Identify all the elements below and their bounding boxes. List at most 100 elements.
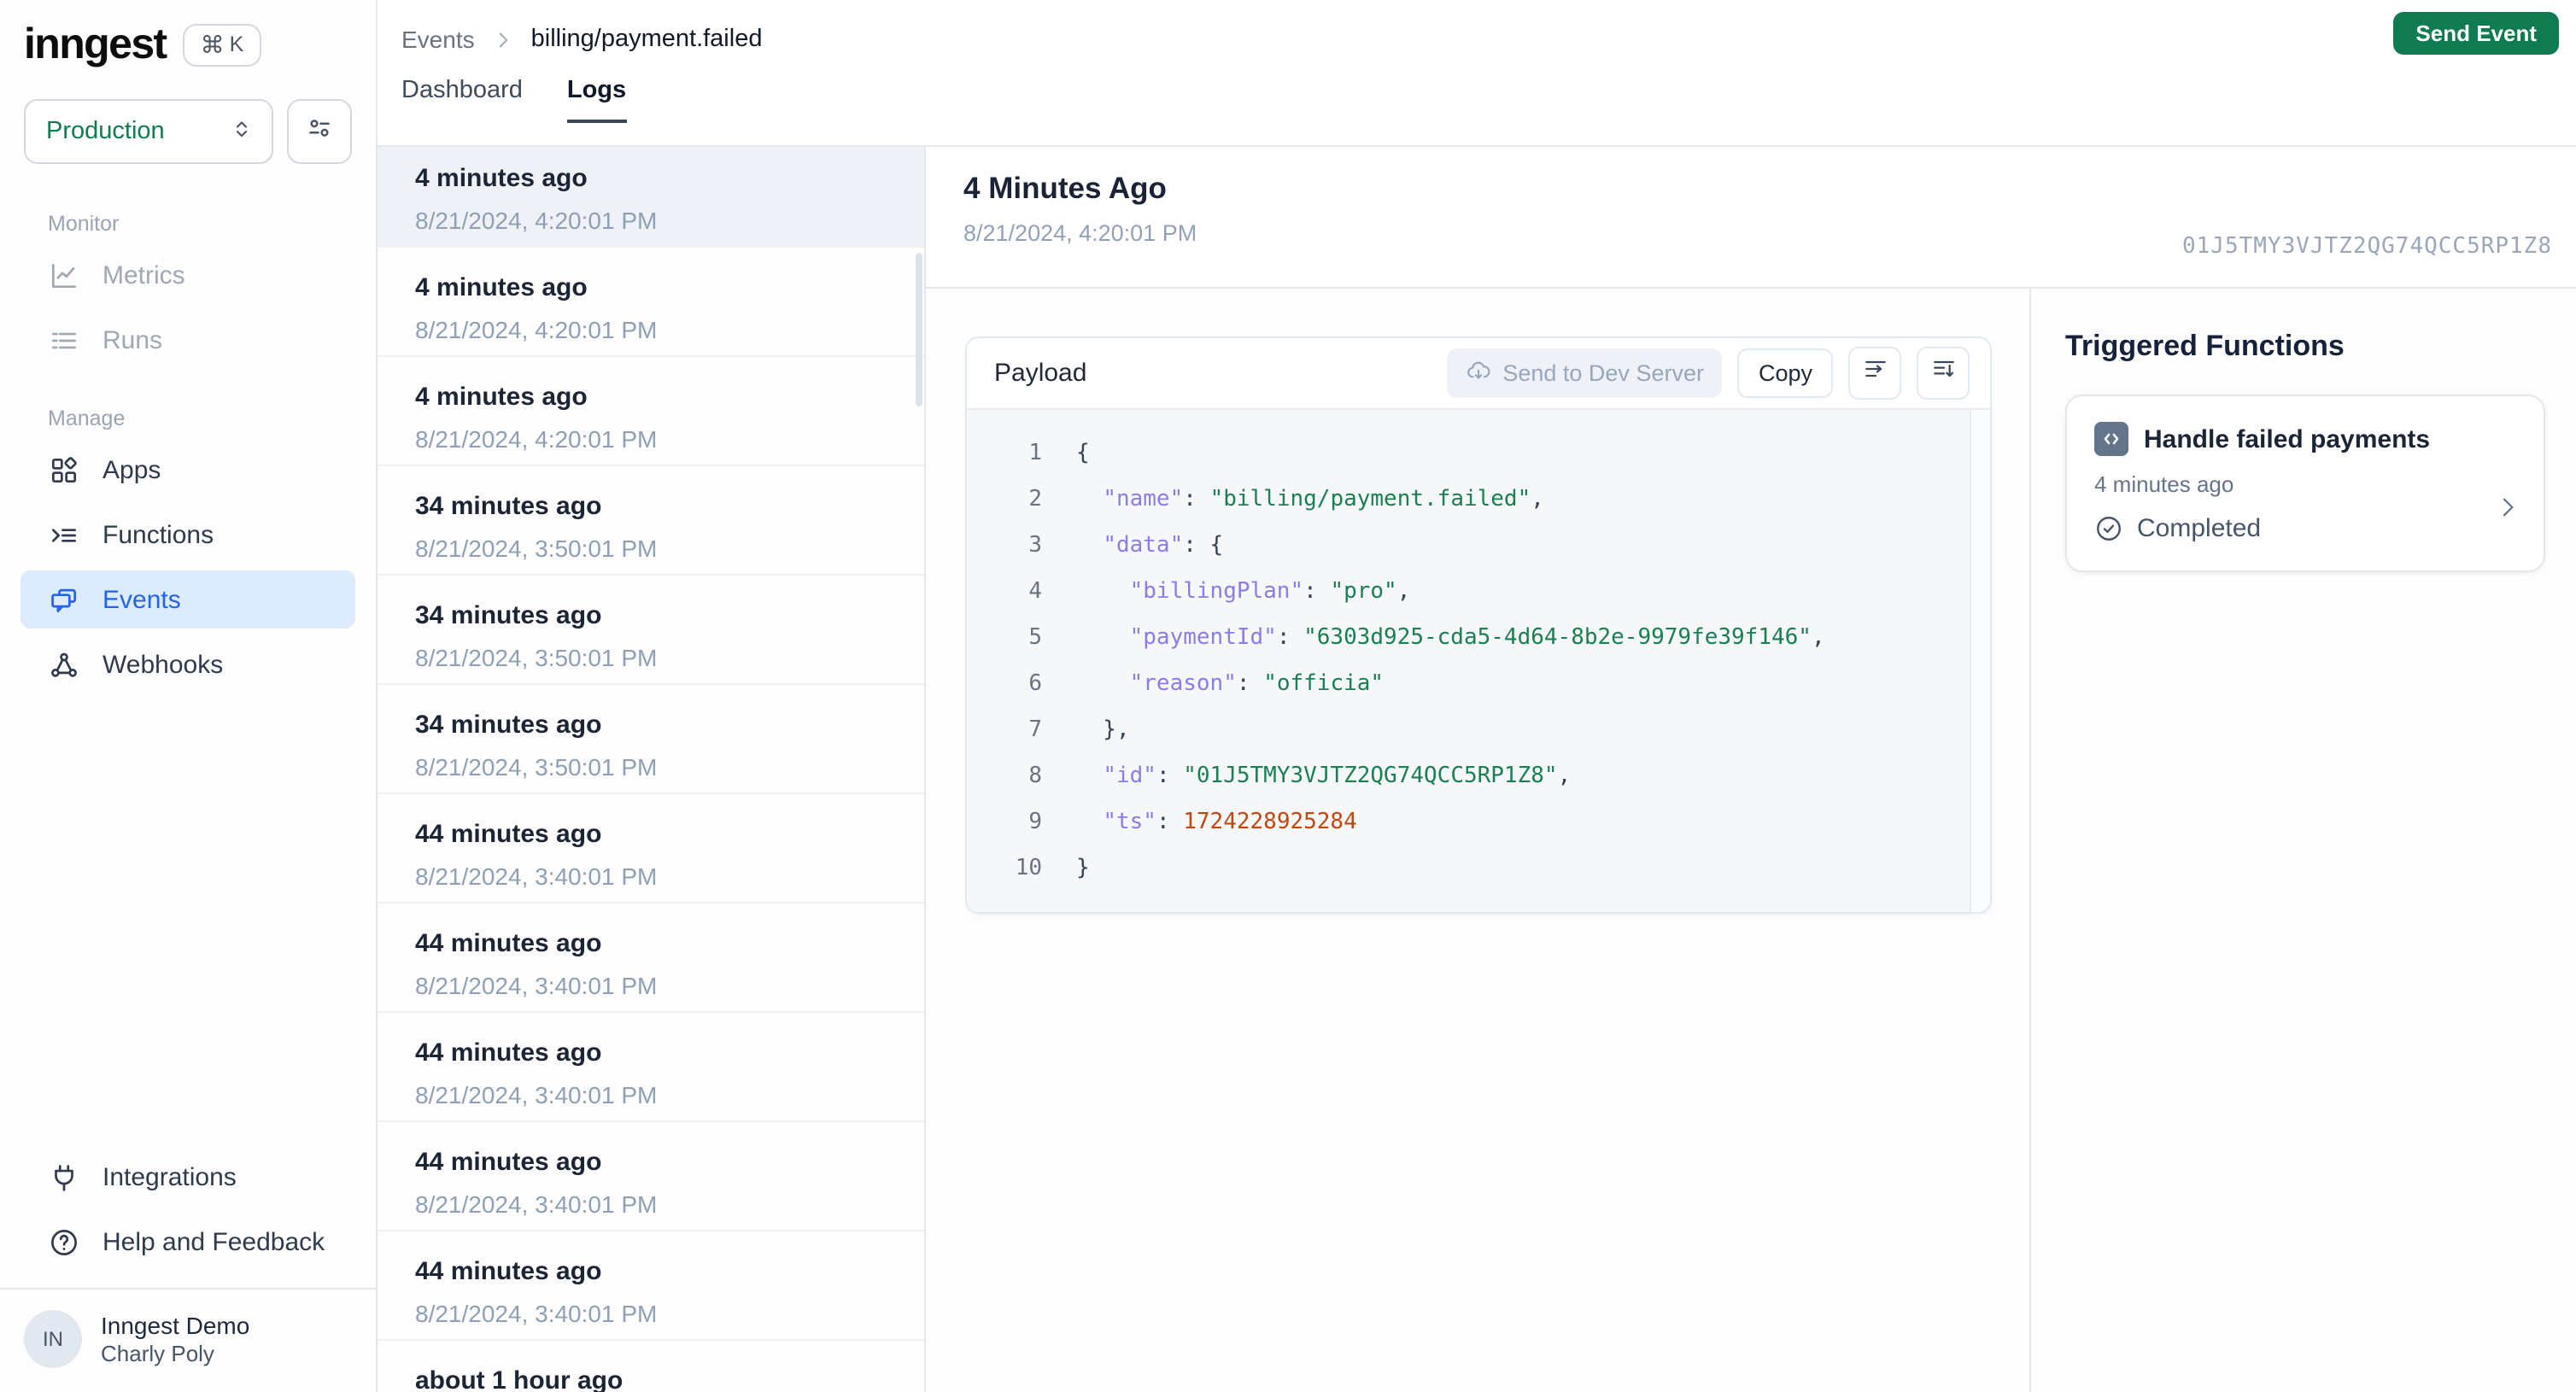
- event-detail-pane: 4 Minutes Ago 8/21/2024, 4:20:01 PM 01J5…: [926, 147, 2576, 1392]
- event-detail-title: 4 Minutes Ago: [963, 171, 1167, 205]
- line-number: 6: [1028, 671, 1042, 697]
- sidebar-item-runs[interactable]: Runs: [20, 311, 355, 369]
- sidebar-item-metrics[interactable]: Metrics: [20, 246, 355, 304]
- command-key-icon: ⌘: [200, 30, 225, 57]
- event-timestamp: 8/21/2024, 4:20:01 PM: [415, 207, 658, 234]
- breadcrumb-events-link[interactable]: Events: [401, 26, 475, 53]
- event-list-item[interactable]: 34 minutes ago 8/21/2024, 3:50:01 PM: [378, 576, 924, 685]
- event-list-item[interactable]: 44 minutes ago 8/21/2024, 3:40:01 PM: [378, 904, 924, 1013]
- user-name: Charly Poly: [101, 1341, 214, 1366]
- sidebar-item-webhooks[interactable]: Webhooks: [20, 635, 355, 693]
- help-icon: [48, 1225, 80, 1258]
- main-area: Events billing/payment.failed Send Event…: [378, 0, 2576, 1392]
- function-status-label: Completed: [2137, 514, 2262, 543]
- event-timestamp: 8/21/2024, 3:50:01 PM: [415, 644, 658, 671]
- function-run-time: 4 minutes ago: [2094, 471, 2234, 497]
- runs-icon: [48, 324, 80, 356]
- plug-icon: [48, 1161, 80, 1193]
- function-name: Handle failed payments: [2144, 424, 2431, 453]
- code-line: 9 "ts": 1724228925284: [967, 799, 1949, 845]
- event-log-list: 4 minutes ago 8/21/2024, 4:20:01 PM 4 minu…: [378, 147, 926, 1392]
- sidebar-item-functions[interactable]: Functions: [20, 506, 355, 564]
- line-number: 10: [1015, 856, 1042, 881]
- chevron-right-icon: [492, 28, 514, 50]
- triggered-function-card[interactable]: Handle failed payments 4 minutes ago Com…: [2065, 395, 2545, 572]
- line-number: 7: [1028, 717, 1042, 743]
- chart-icon: [48, 259, 80, 291]
- event-timestamp: 8/21/2024, 3:40:01 PM: [415, 1081, 658, 1108]
- event-relative-time: 44 minutes ago: [415, 820, 602, 849]
- inngest-app: inngest ⌘ K Production Monitor Metrics Ru…: [0, 0, 2576, 1392]
- code-line: 7 },: [967, 707, 1949, 753]
- event-list-scrollbar[interactable]: [916, 253, 922, 406]
- triggered-functions-heading: Triggered Functions: [2065, 330, 2345, 362]
- code-line: 1{: [967, 430, 1949, 477]
- triggered-functions-panel: Triggered Functions Handle failed paymen…: [2029, 289, 2576, 1392]
- event-relative-time: 4 minutes ago: [415, 383, 588, 412]
- inngest-logo[interactable]: inngest: [24, 22, 167, 67]
- environment-settings-button[interactable]: [287, 99, 352, 164]
- sidebar-item-apps[interactable]: Apps: [20, 441, 355, 499]
- nav-section-label-monitor: Monitor: [48, 212, 120, 236]
- payload-header: Payload Send to Dev Server Copy: [967, 338, 1990, 410]
- sidebar-item-label: Metrics: [102, 260, 185, 290]
- command-palette-shortcut[interactable]: ⌘ K: [183, 23, 261, 66]
- line-number: 2: [1028, 487, 1042, 512]
- event-list-item[interactable]: 44 minutes ago 8/21/2024, 3:40:01 PM: [378, 1231, 924, 1341]
- code-scrollbar[interactable]: [1970, 410, 1990, 912]
- apps-icon: [48, 453, 80, 486]
- environment-selector[interactable]: Production: [24, 99, 273, 164]
- event-list-item[interactable]: about 1 hour ago: [378, 1341, 924, 1392]
- environment-selected-label: Production: [46, 118, 165, 145]
- payload-code-viewer: 1{2 "name": "billing/payment.failed", 3 "…: [967, 410, 1990, 912]
- tab-logs[interactable]: Logs: [566, 77, 627, 123]
- code-line: 10}: [967, 845, 1949, 892]
- topbar: Events billing/payment.failed Send Event…: [378, 0, 2576, 147]
- code-line: 8 "id": "01J5TMY3VJTZ2QG74QCC5RP1Z8",: [967, 753, 1949, 799]
- line-number: 8: [1028, 763, 1042, 789]
- event-relative-time: 44 minutes ago: [415, 1038, 602, 1067]
- sidebar-item-label: Apps: [102, 455, 161, 484]
- code-line: 4 "billingPlan": "pro",: [967, 569, 1949, 615]
- wrap-lines-button[interactable]: [1848, 347, 1901, 400]
- event-list-item[interactable]: 4 minutes ago 8/21/2024, 4:20:01 PM: [378, 248, 924, 357]
- payload-column: Payload Send to Dev Server Copy 1 {2 "n…: [926, 289, 2029, 1392]
- chevron-right-icon: [2494, 494, 2521, 521]
- event-relative-time: 44 minutes ago: [415, 929, 602, 958]
- wrap-lines-icon: [1861, 355, 1888, 391]
- code-line: 5 "paymentId": "6303d925-cda5-4d64-8b2e-…: [967, 615, 1949, 661]
- tab-dashboard[interactable]: Dashboard: [401, 77, 523, 123]
- event-id: 01J5TMY3VJTZ2QG74QCC5RP1Z8: [2182, 234, 2552, 260]
- event-list-item[interactable]: 44 minutes ago 8/21/2024, 3:40:01 PM: [378, 1013, 924, 1122]
- event-relative-time: 34 minutes ago: [415, 492, 602, 521]
- functions-icon: [48, 518, 80, 551]
- event-list-item[interactable]: 4 minutes ago 8/21/2024, 4:20:01 PM: [378, 147, 924, 248]
- sidebar-item-label: Runs: [102, 325, 163, 354]
- event-timestamp: 8/21/2024, 4:20:01 PM: [415, 316, 658, 343]
- event-relative-time: 44 minutes ago: [415, 1148, 602, 1177]
- event-list-item[interactable]: 44 minutes ago 8/21/2024, 3:40:01 PM: [378, 794, 924, 904]
- event-timestamp: 8/21/2024, 3:50:01 PM: [415, 753, 658, 781]
- sidebar-item-help-and-feedback[interactable]: Help and Feedback: [20, 1213, 355, 1271]
- event-list-item[interactable]: 4 minutes ago 8/21/2024, 4:20:01 PM: [378, 357, 924, 466]
- sidebar-item-label: Events: [102, 585, 181, 614]
- event-list-item[interactable]: 34 minutes ago 8/21/2024, 3:50:01 PM: [378, 685, 924, 794]
- copy-button[interactable]: Copy: [1737, 348, 1833, 398]
- line-number: 4: [1028, 579, 1042, 605]
- line-number: 1: [1028, 441, 1042, 466]
- sidebar-nav: Monitor Metrics Runs Manage Apps Functions…: [0, 174, 376, 700]
- sliders-icon: [304, 112, 335, 151]
- event-list-item[interactable]: 44 minutes ago 8/21/2024, 3:40:01 PM: [378, 1122, 924, 1231]
- payload-title: Payload: [994, 359, 1087, 388]
- code-line: 2 "name": "billing/payment.failed",: [967, 477, 1949, 523]
- user-menu[interactable]: IN Inngest Demo Charly Poly: [0, 1290, 376, 1392]
- sidebar-item-events[interactable]: Events: [20, 570, 355, 629]
- sidebar-item-integrations[interactable]: Integrations: [20, 1148, 355, 1206]
- event-list-item[interactable]: 34 minutes ago 8/21/2024, 3:50:01 PM: [378, 466, 924, 576]
- event-timestamp: 8/21/2024, 4:20:01 PM: [415, 425, 658, 453]
- send-to-dev-server-button[interactable]: Send to Dev Server: [1446, 348, 1723, 398]
- sidebar: inngest ⌘ K Production Monitor Metrics Ru…: [0, 0, 378, 1392]
- scroll-to-bottom-button[interactable]: [1917, 347, 1970, 400]
- payload-card: Payload Send to Dev Server Copy 1 {2 "n…: [965, 336, 1992, 914]
- send-event-button[interactable]: Send Event: [2393, 12, 2559, 55]
